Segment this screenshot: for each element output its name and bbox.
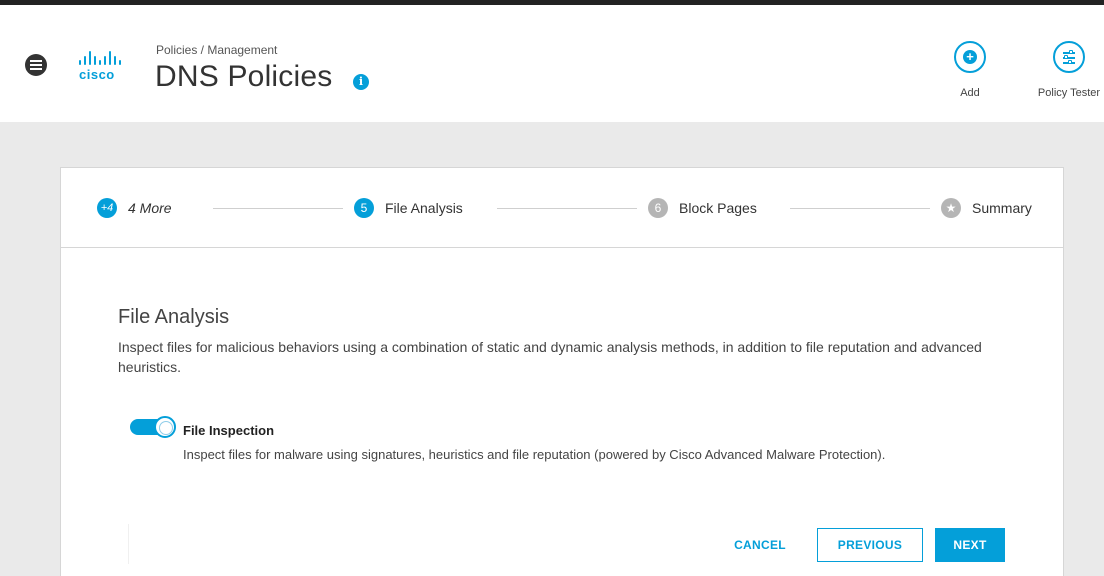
add-circle-icon: + [954, 41, 986, 73]
step-file-analysis[interactable]: 5 File Analysis [354, 197, 463, 219]
hamburger-menu-icon[interactable] [25, 54, 47, 76]
divider [128, 524, 129, 564]
previous-button[interactable]: PREVIOUS [817, 528, 923, 562]
info-icon[interactable]: i [353, 74, 369, 90]
step-block-pages[interactable]: 6 Block Pages [648, 197, 757, 219]
step-more[interactable]: +4 4 More [97, 197, 172, 219]
page-title: DNS Policies [155, 60, 333, 93]
step-connector [497, 208, 637, 209]
cisco-logo: cisco [77, 51, 133, 82]
step-block-pages-badge: 6 [648, 198, 668, 218]
file-inspection-toggle[interactable] [130, 416, 176, 438]
add-label: Add [960, 87, 980, 99]
section-description: Inspect files for malicious behaviors us… [118, 339, 982, 375]
step-summary-label: Summary [972, 200, 1032, 216]
wizard-stepper: +4 4 More 5 File Analysis 6 Block Pages … [61, 168, 1063, 248]
cisco-wordmark: cisco [79, 67, 115, 82]
file-inspection-title: File Inspection [183, 423, 275, 438]
step-file-analysis-badge: 5 [354, 198, 374, 218]
cancel-button[interactable]: CANCEL [723, 528, 797, 562]
step-file-analysis-label: File Analysis [385, 200, 463, 216]
wizard-card: +4 4 More 5 File Analysis 6 Block Pages … [60, 167, 1064, 576]
section-title: File Analysis [118, 306, 230, 328]
step-connector [213, 208, 343, 209]
next-button[interactable]: NEXT [935, 528, 1005, 562]
toggle-knob [154, 416, 176, 438]
step-more-badge: +4 [97, 198, 117, 218]
file-inspection-description: Inspect files for malware using signatur… [183, 447, 886, 462]
step-connector [790, 208, 930, 209]
policy-tester-label: Policy Tester [1037, 87, 1101, 99]
step-more-label: 4 More [128, 200, 172, 216]
plus-icon: + [963, 50, 977, 64]
star-icon: ★ [941, 198, 961, 218]
policy-tester-button[interactable]: Policy Tester [1034, 41, 1104, 99]
sliders-icon [1053, 41, 1085, 73]
step-summary[interactable]: ★ Summary [941, 197, 1032, 219]
page-header: cisco Policies / Management DNS Policies… [0, 5, 1104, 122]
breadcrumb: Policies / Management [156, 43, 278, 57]
step-block-pages-label: Block Pages [679, 200, 757, 216]
add-button[interactable]: + Add [950, 41, 990, 99]
